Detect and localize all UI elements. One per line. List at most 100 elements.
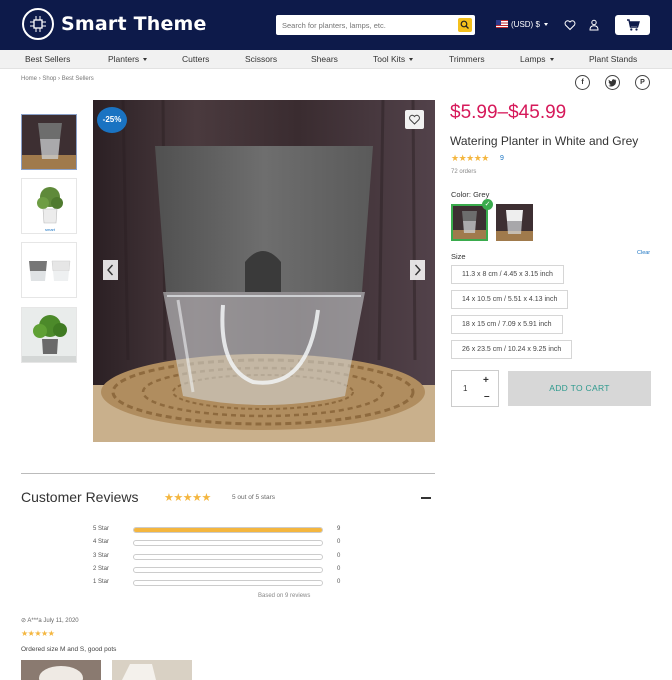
color-label: Color: Grey [451,190,490,199]
quantity-stepper: 1 + – [451,370,499,407]
gallery-thumbnail[interactable]: smart [21,178,77,234]
nav-item-planters[interactable]: Planters [108,54,148,64]
review-photo[interactable] [21,660,101,680]
gallery-thumbnail[interactable] [21,307,77,363]
clear-selection-link[interactable]: Clear [637,250,650,256]
minus-icon[interactable]: – [484,391,490,402]
selected-check-icon: ✓ [482,199,493,210]
breadcrumb-shop[interactable]: Shop [42,76,56,82]
gallery-next-button[interactable] [410,260,425,280]
orders-count: 72 orders [451,169,477,175]
breadcrumb: Home › Shop › Best Sellers [21,76,94,82]
review-author: A***a [27,618,42,624]
nav-item-tool-kits[interactable]: Tool Kits [373,54,414,64]
svg-text:smart: smart [45,227,56,232]
size-label: Size [451,252,466,261]
rating-row-label: 4 Star [93,539,110,546]
review-author-line: ⊘ A***a July 11, 2020 [21,617,79,624]
nav-item-plant-stands[interactable]: Plant Stands [589,54,637,64]
nav-item-lamps[interactable]: Lamps [520,54,554,64]
pinterest-icon[interactable]: P [635,75,650,90]
nav-item-cutters[interactable]: Cutters [182,54,209,64]
color-swatch-white[interactable] [496,204,533,241]
product-title: Watering Planter in White and Grey [450,134,639,148]
rating-row-count: 0 [337,552,341,559]
reviews-heading: Customer Reviews [21,489,139,505]
product-price: $5.99–$45.99 [450,102,567,123]
breadcrumb-home[interactable]: Home [21,76,37,82]
currency-selector[interactable]: (USD) $ [496,20,548,29]
rating-row-count: 0 [337,565,341,572]
quantity-input[interactable]: 1 [463,384,467,393]
search-input[interactable] [282,18,452,32]
nav-item-best-sellers[interactable]: Best Sellers [25,54,70,64]
review-date: July 11, 2020 [43,618,79,624]
site-header: Smart Theme (USD) $ [0,0,672,50]
search-bar [276,15,475,35]
verified-icon: ⊘ [21,618,27,624]
rating-row-label: 3 Star [93,552,110,559]
twitter-icon[interactable] [605,75,620,90]
size-option[interactable]: 18 x 15 cm / 7.09 x 5.91 inch [451,315,563,334]
reviews-average-stars: ★★★★★ [164,492,211,504]
rating-row-count: 0 [337,539,341,546]
gallery-thumbnail[interactable] [21,242,77,298]
facebook-icon[interactable]: f [575,75,590,90]
rating-bar [133,553,323,560]
plus-icon[interactable]: + [483,375,489,386]
us-flag-icon [496,20,508,28]
rating-bar [133,527,323,533]
main-navigation: Best Sellers Planters Cutters Scissors S… [0,50,672,69]
chevron-down-icon [543,23,548,26]
nav-item-shears[interactable]: Shears [311,54,338,64]
gallery-thumbnail[interactable] [21,114,77,170]
currency-label: (USD) $ [511,20,540,29]
size-option[interactable]: 11.3 x 8 cm / 4.45 x 3.15 inch [451,265,564,284]
user-icon [589,19,599,31]
rating-row-label: 2 Star [93,565,110,572]
nav-item-scissors[interactable]: Scissors [245,54,277,64]
chevron-down-icon [409,58,414,61]
rating-bar-fill [134,528,322,532]
rating-stars[interactable]: ★★★★★ [451,153,489,164]
search-button[interactable] [458,18,472,32]
reviews-based-on: Based on 9 reviews [258,593,311,599]
brand-name[interactable]: Smart Theme [61,13,207,35]
chevron-down-icon [549,58,554,61]
add-to-cart-button[interactable]: ADD TO CART [508,371,651,406]
review-stars: ★★★★★ [21,629,55,638]
product-main-image[interactable] [93,100,435,442]
collapse-minus-icon[interactable] [421,497,431,499]
breadcrumb-best-sellers[interactable]: Best Sellers [62,76,94,82]
chevron-left-icon [107,264,114,276]
reviews-summary: 5 out of 5 stars [232,494,275,501]
nav-item-trimmers[interactable]: Trimmers [449,54,485,64]
discount-badge: -25% [97,107,127,133]
review-photo[interactable] [112,660,192,680]
heart-icon [564,20,576,31]
rating-bar [133,566,323,573]
rating-bar [133,540,323,547]
rating-row-count: 9 [337,526,341,532]
heart-icon [409,114,420,125]
rating-row-count: 0 [337,579,341,586]
search-icon [460,20,469,29]
account-button[interactable] [589,18,599,36]
size-option[interactable]: 14 x 10.5 cm / 5.51 x 4.13 inch [451,290,569,309]
chevron-down-icon [143,58,148,61]
size-option[interactable]: 26 x 23.5 cm / 10.24 x 9.25 inch [451,340,573,359]
rating-row-label: 5 Star [93,526,110,532]
rating-row-label: 1 Star [93,579,110,586]
review-count-link[interactable]: 9 [500,155,504,162]
section-divider [21,473,435,474]
review-text: Ordered size M and S, good pots [21,646,117,653]
chevron-right-icon [414,264,421,276]
color-swatch-grey[interactable] [451,204,488,241]
rating-bar [133,580,323,587]
gallery-prev-button[interactable] [103,260,118,280]
cart-button[interactable] [615,15,650,35]
add-to-wishlist-button[interactable] [405,110,424,129]
wishlist-button[interactable] [564,18,576,36]
cart-icon [627,19,640,31]
brain-logo-icon[interactable] [22,8,54,40]
